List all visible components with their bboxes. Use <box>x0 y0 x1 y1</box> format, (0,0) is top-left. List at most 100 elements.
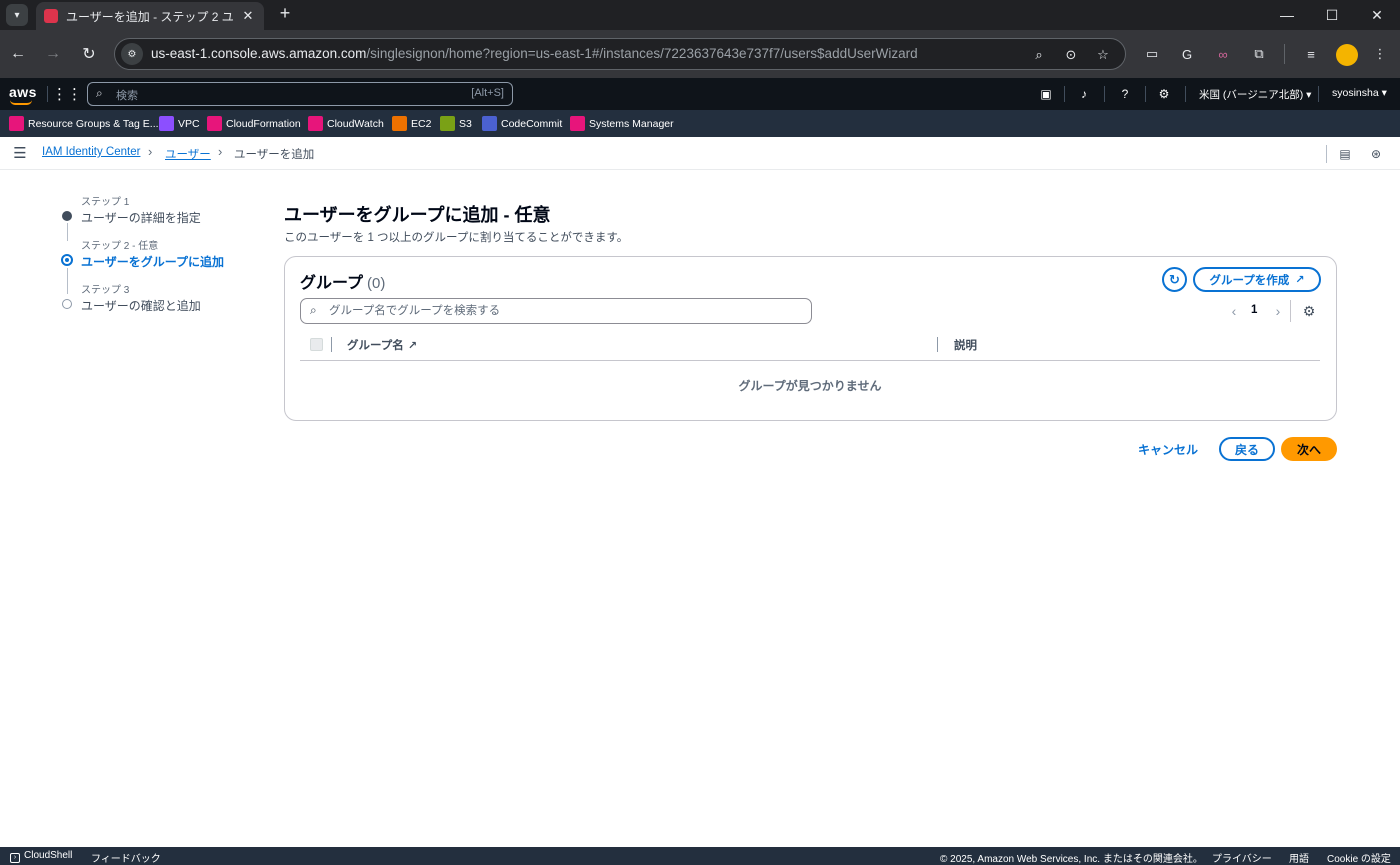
header-divider <box>47 86 48 102</box>
step-3-label: ユーザーの確認と追加 <box>81 299 201 313</box>
favorite-codecommit[interactable]: CodeCommit <box>482 115 562 132</box>
browser-titlebar: ▾ ユーザーを追加 - ステップ 2 ユーザー管理 ✕ + — ☐ ✕ <box>0 0 1400 30</box>
cloudformation-icon <box>207 116 222 131</box>
step-2-active-dot-icon <box>61 254 73 266</box>
tools-divider <box>1326 145 1327 163</box>
favorite-cloudwatch[interactable]: CloudWatch <box>308 115 384 132</box>
maximize-window-icon[interactable]: ☐ <box>1309 0 1355 30</box>
select-all-checkbox[interactable] <box>310 338 323 351</box>
extensions-puzzle-icon[interactable]: ⧉ <box>1249 44 1269 64</box>
terms-link[interactable]: 用語 <box>1289 850 1309 865</box>
browser-toolbar: ← → ↻ ⚙ us-east-1.console.aws.amazon.com… <box>0 30 1400 78</box>
tab-close-icon[interactable]: ✕ <box>240 8 256 24</box>
step-3-number: ステップ 3 <box>81 285 130 296</box>
favorite-s3[interactable]: S3 <box>440 115 472 132</box>
minimize-window-icon[interactable]: — <box>1264 0 1310 30</box>
pagination-next-icon[interactable]: › <box>1271 302 1285 320</box>
step-2-number: ステップ 2 - 任意 <box>81 241 159 252</box>
zoom-icon[interactable]: ⌕ <box>1029 45 1049 65</box>
vpc-icon <box>159 116 174 131</box>
region-selector[interactable]: 米国 (バージニア北部) ▾ <box>1199 87 1311 102</box>
profile-avatar[interactable] <box>1336 44 1358 66</box>
cancel-button[interactable]: キャンセル <box>1133 437 1203 461</box>
address-bar[interactable]: ⚙ us-east-1.console.aws.amazon.com/singl… <box>114 38 1126 70</box>
ec2-icon <box>392 116 407 131</box>
back-button[interactable]: 戻る <box>1219 437 1275 461</box>
pagination-current-page[interactable]: 1 <box>1251 304 1257 316</box>
codecommit-icon <box>482 116 497 131</box>
breadcrumb-bar: ☰ IAM Identity Center › ユーザー › ユーザーを追加 ▤… <box>0 137 1400 170</box>
privacy-link[interactable]: プライバシー <box>1212 850 1272 865</box>
refresh-icon: ↻ <box>1169 271 1180 287</box>
favorite-vpc[interactable]: VPC <box>159 115 200 132</box>
step-connector <box>67 268 68 294</box>
column-divider <box>937 337 938 352</box>
back-arrow-icon[interactable]: ← <box>6 42 30 66</box>
aws-search-placeholder: 検索 <box>116 90 138 102</box>
search-icon: ⌕ <box>96 86 103 100</box>
favorite-ec2[interactable]: EC2 <box>392 115 431 132</box>
help-icon[interactable]: ? <box>1116 85 1134 103</box>
step-3-pending-dot-icon <box>62 299 72 309</box>
tab-search-chevron-icon[interactable]: ▾ <box>6 4 28 26</box>
reading-list-icon[interactable]: ≡ <box>1301 44 1321 64</box>
group-search-field[interactable]: ⌕ <box>300 298 812 324</box>
header-divider <box>1185 86 1186 102</box>
tools-panel-icon[interactable]: ⊛ <box>1367 145 1385 163</box>
page-title: ユーザーをグループに追加 - 任意 <box>284 205 551 225</box>
step-1-label[interactable]: ユーザーの詳細を指定 <box>81 209 201 226</box>
table-preferences-gear-icon[interactable]: ⚙ <box>1300 302 1318 320</box>
settings-gear-icon[interactable]: ⚙ <box>1155 85 1173 103</box>
link-extension-icon[interactable]: ∞ <box>1213 44 1233 64</box>
services-menu-grid-icon[interactable]: ⋮⋮ <box>52 85 82 103</box>
pagination-prev-icon[interactable]: ‹ <box>1227 302 1241 320</box>
info-panel-icon[interactable]: ▤ <box>1336 145 1354 163</box>
new-tab-plus-icon[interactable]: + <box>274 3 296 24</box>
location-pin-icon[interactable]: ⊙ <box>1061 45 1081 65</box>
column-header-group-name[interactable]: グループ名 ↗ <box>347 337 417 353</box>
breadcrumb-users[interactable]: ユーザー <box>165 146 211 162</box>
column-divider <box>331 337 332 352</box>
reload-icon[interactable]: ↻ <box>77 42 101 66</box>
refresh-button[interactable]: ↻ <box>1162 267 1187 292</box>
search-icon: ⌕ <box>310 303 317 317</box>
empty-state-message: グループが見つかりません <box>738 379 882 393</box>
account-menu[interactable]: syosinsha ▾ <box>1332 87 1387 99</box>
translate-extension-icon[interactable]: G <box>1177 44 1197 64</box>
aws-console-header: aws ⋮⋮ ⌕ 検索 [Alt+S] ▣ ♪ ? ⚙ 米国 (バージニア北部)… <box>0 78 1400 110</box>
close-window-icon[interactable]: ✕ <box>1354 0 1400 30</box>
console-footer: › CloudShell フィードバック © 2025, Amazon Web S… <box>0 847 1400 865</box>
site-settings-icon[interactable]: ⚙ <box>121 43 143 65</box>
address-url[interactable]: us-east-1.console.aws.amazon.com/singles… <box>151 46 918 61</box>
extension-cast-icon[interactable]: ▭ <box>1142 44 1162 64</box>
aws-search-box[interactable]: ⌕ 検索 [Alt+S] <box>87 82 513 106</box>
cookie-settings-link[interactable]: Cookie の設定 <box>1327 850 1391 865</box>
chrome-menu-icon[interactable]: ⋮ <box>1370 44 1390 64</box>
groups-heading: グループ (0) <box>300 275 386 292</box>
page-description: このユーザーを 1 つ以上のグループに割り当てることができます。 <box>284 232 629 244</box>
favorite-resource-groups[interactable]: Resource Groups & Tag E... <box>9 115 159 132</box>
create-group-button[interactable]: グループを作成 ↗ <box>1193 267 1321 292</box>
s3-icon <box>440 116 455 131</box>
feedback-link[interactable]: フィードバック <box>91 850 161 865</box>
bookmark-star-icon[interactable]: ☆ <box>1093 45 1113 65</box>
cloudshell-icon[interactable]: ▣ <box>1037 85 1055 103</box>
groups-count: (0) <box>367 275 386 292</box>
external-link-icon: ↗ <box>1295 274 1305 286</box>
favorite-cloudformation[interactable]: CloudFormation <box>207 115 301 132</box>
side-nav-menu-icon[interactable]: ☰ <box>11 144 29 162</box>
notifications-bell-icon[interactable]: ♪ <box>1075 85 1093 103</box>
groups-table-container: グループ(0) ↻ グループを作成↗ ⌕ ‹ 1 › ⚙ グループ名↗ 説明 グ… <box>284 256 1337 421</box>
aws-logo[interactable]: aws <box>9 84 37 105</box>
cloudshell-link[interactable]: › CloudShell <box>10 850 72 863</box>
breadcrumb-iam-identity-center[interactable]: IAM Identity Center <box>42 146 140 158</box>
favorite-systems-manager[interactable]: Systems Manager <box>570 115 674 132</box>
column-header-description: 説明 <box>954 340 977 352</box>
browser-tab-active[interactable]: ユーザーを追加 - ステップ 2 ユーザー管理 ✕ <box>36 2 264 30</box>
resource-groups-icon <box>9 116 24 131</box>
aws-search-shortcut: [Alt+S] <box>471 87 504 99</box>
next-button[interactable]: 次へ <box>1281 437 1337 461</box>
forward-arrow-icon[interactable]: → <box>41 42 65 66</box>
external-link-icon: ↗ <box>407 340 418 352</box>
group-search-input[interactable] <box>329 302 799 320</box>
